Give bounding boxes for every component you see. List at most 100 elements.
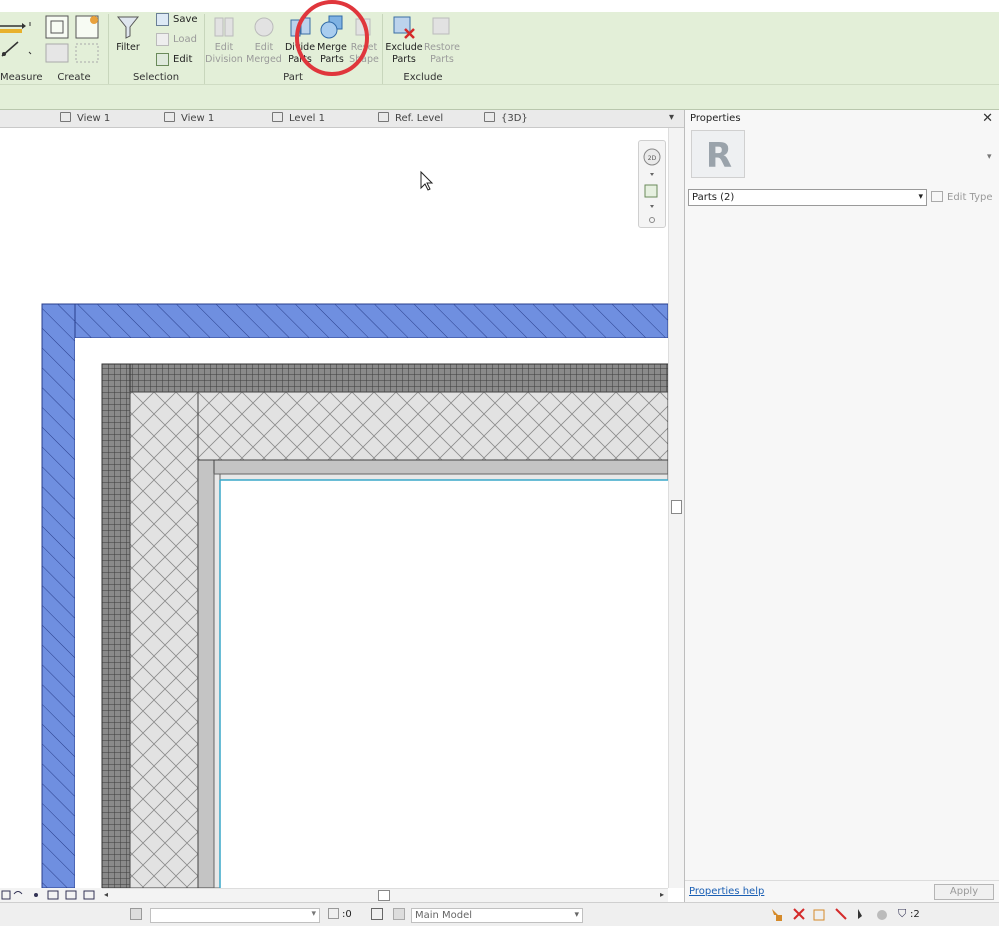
- edit-merged-icon: [254, 17, 274, 37]
- properties-palette: Properties ✕ R ▾ Parts (2) ▾ Edit Type P…: [684, 110, 999, 902]
- vertical-scrollbar[interactable]: [668, 128, 684, 888]
- filter-icon: [116, 16, 140, 39]
- floor-plan-icon: [272, 112, 283, 122]
- properties-title: Properties: [690, 113, 741, 124]
- panel-divider: [382, 14, 383, 84]
- type-selector-dropdown[interactable]: Parts (2) ▾: [688, 189, 927, 206]
- restore-parts-icon: [432, 17, 450, 35]
- steering-wheel-icon[interactable]: 2D: [639, 141, 667, 229]
- create-tools[interactable]: [44, 14, 104, 68]
- edit-division-icon: [214, 17, 234, 37]
- navigation-bar: 2D: [638, 140, 666, 228]
- tab-label: View 1: [77, 113, 111, 124]
- filter-button[interactable]: Filter: [110, 14, 146, 54]
- svg-text:2D: 2D: [648, 155, 657, 162]
- edit-type-button[interactable]: Edit Type: [931, 189, 993, 206]
- drawing-canvas[interactable]: Constraints⌃Base LevelLevel 1Dimensions⌃…: [0, 128, 668, 888]
- tab-list-dropdown[interactable]: ▾: [669, 112, 674, 123]
- edit-merged-label-1: Edit: [254, 42, 274, 53]
- edit-division-button[interactable]: Edit Division: [205, 14, 243, 66]
- edit-merged-button[interactable]: Edit Merged: [245, 14, 283, 66]
- tab-ref-level[interactable]: Ref. Level: [378, 112, 443, 126]
- edit-label: Edit: [173, 54, 193, 65]
- view-icon: [164, 112, 175, 122]
- edit-selection-button[interactable]: Edit: [156, 52, 192, 68]
- restore-parts-label-1: Restore: [423, 42, 461, 53]
- horizontal-scroll-thumb[interactable]: [378, 890, 390, 901]
- chevron-down-icon: ▾: [918, 192, 923, 202]
- svg-text:R: R: [706, 136, 732, 176]
- save-selection-button[interactable]: Save: [156, 12, 198, 28]
- wall-part-left[interactable]: [41, 303, 76, 888]
- type-selector-value: Parts (2): [692, 192, 735, 203]
- status-bar: ▾ :0 Main Model ▾ ⛉ :2: [0, 902, 999, 926]
- edit-division-label-1: Edit: [214, 42, 234, 53]
- create-family-icon: [45, 15, 99, 63]
- tab-view-1-b[interactable]: View 1: [164, 112, 214, 126]
- workset-dropdown[interactable]: ▾: [150, 908, 320, 923]
- panel-divider: [108, 14, 109, 84]
- save-icon: [156, 12, 169, 26]
- edit-type-label: Edit Type: [947, 192, 993, 203]
- chevron-down-icon: ▾: [311, 909, 316, 919]
- tab-level-1[interactable]: Level 1: [272, 112, 325, 126]
- wall-section-drawing: Constraints⌃Base LevelLevel 1Dimensions⌃…: [41, 170, 668, 888]
- view-tab-bar: View 1 View 1 Level 1 Ref. Level {3D} ▾: [0, 110, 684, 128]
- load-selection-button[interactable]: Load: [156, 32, 197, 48]
- measure-tools[interactable]: [0, 16, 34, 62]
- wall-part-top[interactable]: [41, 303, 668, 339]
- filter-icon[interactable]: ⛉: [898, 907, 906, 921]
- measure-icon: [0, 22, 32, 57]
- type-image-r-logo-icon: R: [691, 130, 745, 178]
- view-control-bar: [0, 888, 102, 902]
- load-icon: [156, 32, 169, 46]
- close-icon[interactable]: ✕: [982, 111, 993, 126]
- design-option-value: Main Model: [415, 910, 473, 921]
- selection-panel-label: Selection: [132, 72, 180, 83]
- properties-help-link[interactable]: Properties help: [689, 886, 764, 897]
- scroll-right-arrow[interactable]: ▸: [660, 890, 664, 899]
- tab-label: View 1: [181, 113, 215, 124]
- design-option-dropdown[interactable]: Main Model ▾: [411, 908, 583, 923]
- edit-division-label-2: Division: [205, 54, 243, 65]
- apply-button[interactable]: Apply: [934, 884, 994, 900]
- selection-count: :0: [342, 909, 352, 920]
- 3d-view-icon: [484, 112, 495, 122]
- restore-parts-label-2: Parts: [430, 54, 454, 65]
- ribbon-subbar: [0, 85, 999, 110]
- mouse-cursor-icon: [420, 170, 434, 191]
- chevron-down-icon[interactable]: ▾: [987, 152, 992, 162]
- ribbon: Measure Create Filter Save Load Edit Sel…: [0, 0, 999, 110]
- view-icon: [60, 112, 71, 122]
- tab-3d[interactable]: {3D}: [484, 112, 528, 126]
- restore-parts-button[interactable]: Restore Parts: [423, 14, 461, 66]
- load-label: Load: [173, 34, 197, 45]
- view-control-icons[interactable]: [0, 888, 102, 902]
- tab-label: Level 1: [289, 113, 325, 124]
- edit-type-icon: [931, 191, 943, 202]
- edit-merged-label-2: Merged: [246, 54, 282, 65]
- tab-view-1[interactable]: View 1: [60, 112, 110, 126]
- horizontal-scrollbar[interactable]: ◂ ▸: [102, 888, 668, 902]
- tab-label: {3D}: [501, 113, 528, 124]
- exclude-panel-label: Exclude: [403, 72, 443, 83]
- exclude-parts-icon: [393, 16, 415, 39]
- save-label: Save: [173, 14, 198, 25]
- tab-label: Ref. Level: [395, 113, 444, 124]
- exclude-parts-button[interactable]: Exclude Parts: [384, 14, 424, 66]
- highlight-circle-annotation: [295, 0, 369, 76]
- chevron-down-icon: ▾: [574, 910, 579, 920]
- design-options-icon[interactable]: [371, 908, 383, 920]
- option-set-icon[interactable]: [393, 908, 405, 920]
- filter-label: Filter: [116, 42, 140, 53]
- exclude-parts-label-1: Exclude: [385, 42, 423, 53]
- editable-only-icon[interactable]: [328, 908, 339, 919]
- selection-toggle-icons[interactable]: [770, 907, 895, 923]
- worksets-icon[interactable]: [130, 908, 142, 920]
- vertical-scroll-thumb[interactable]: [671, 500, 682, 514]
- filter-count: :2: [910, 909, 920, 920]
- edit-icon: [156, 52, 169, 66]
- scroll-left-arrow[interactable]: ◂: [104, 890, 108, 899]
- measure-panel-label: Measure: [0, 72, 43, 83]
- create-panel-label: Create: [57, 72, 91, 83]
